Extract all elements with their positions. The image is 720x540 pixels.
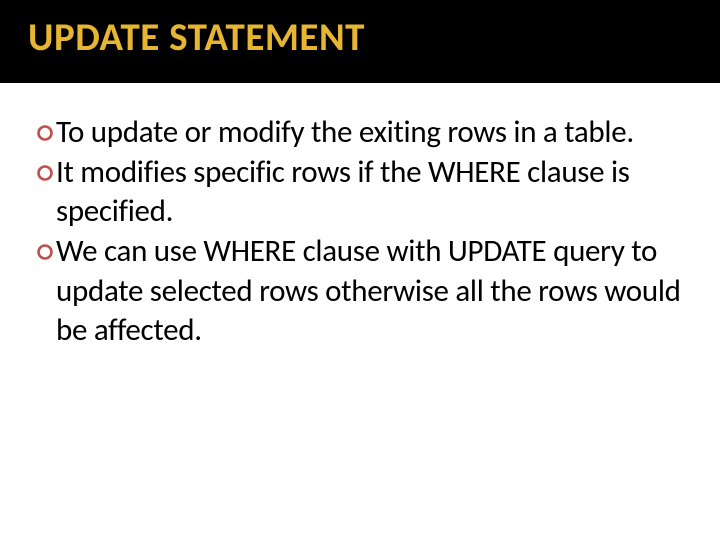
bullet-text: To update or modify the exiting rows in … bbox=[56, 113, 634, 153]
circle-bullet-icon bbox=[36, 164, 54, 182]
list-item: To update or modify the exiting rows in … bbox=[36, 113, 684, 153]
bullet-text: We can use WHERE clause with UPDATE quer… bbox=[56, 232, 684, 351]
title-bar: UPDATE STATEMENT bbox=[0, 0, 720, 83]
bullet-text: It modifies specific rows if the WHERE c… bbox=[56, 153, 684, 232]
slide-title: UPDATE STATEMENT bbox=[28, 14, 692, 61]
slide: UPDATE STATEMENT To update or modify the… bbox=[0, 0, 720, 540]
circle-bullet-icon bbox=[36, 124, 54, 142]
slide-content: To update or modify the exiting rows in … bbox=[0, 83, 720, 351]
list-item: It modifies specific rows if the WHERE c… bbox=[36, 153, 684, 232]
list-item: We can use WHERE clause with UPDATE quer… bbox=[36, 232, 684, 351]
circle-bullet-icon bbox=[36, 243, 54, 261]
